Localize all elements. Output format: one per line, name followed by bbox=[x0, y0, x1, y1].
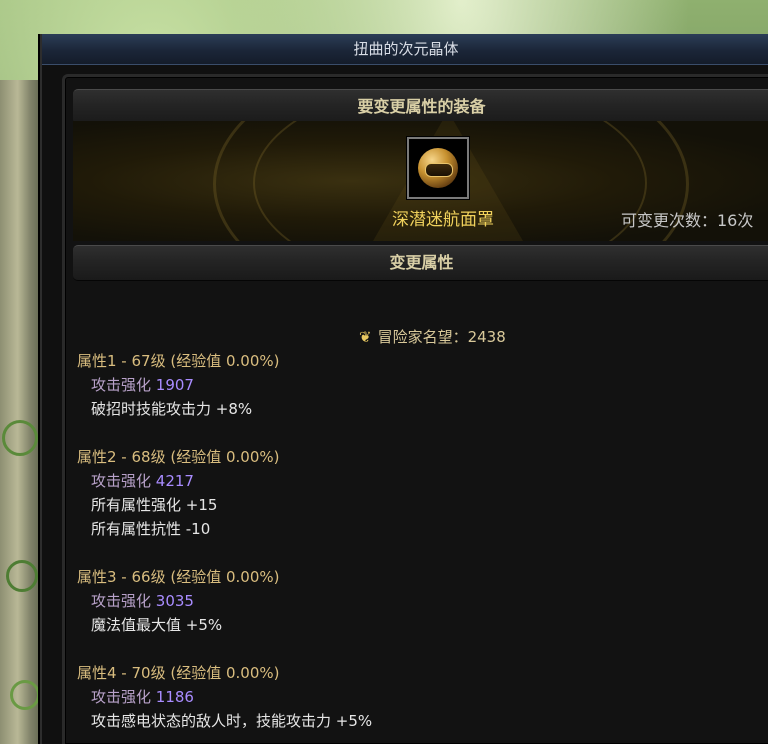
stat-value: 1186 bbox=[155, 688, 194, 706]
vine-decoration bbox=[6, 560, 38, 592]
attribute-stat-line: 攻击强化 1186 bbox=[77, 685, 372, 709]
attribute-title: 属性2 - 68级 (经验值 0.00%) bbox=[77, 448, 280, 466]
stat-value: 4217 bbox=[155, 472, 194, 490]
window-title[interactable]: 扭曲的次元晶体 bbox=[42, 34, 768, 65]
window-body: 要变更属性的装备 深潜迷航面罩 可变更次数：16次 变更属性 ❦ 冒险家名望：24… bbox=[62, 74, 768, 744]
attribute-stat-line: 攻击强化 4217 bbox=[77, 469, 279, 493]
attribute-group: 属性3 - 66级 (经验值 0.00%) 攻击强化 3035 魔法值最大值 +… bbox=[77, 565, 279, 637]
stat-label: 攻击强化 bbox=[91, 592, 152, 610]
helmet-icon[interactable] bbox=[407, 137, 469, 199]
vine-decoration bbox=[2, 420, 38, 456]
dimension-crystal-window: 扭曲的次元晶体 要变更属性的装备 深潜迷航面罩 可变更次数：16次 变更属性 ❦… bbox=[40, 34, 768, 744]
attribute-group: 属性4 - 70级 (经验值 0.00%) 攻击强化 1186 攻击感电状态的敌… bbox=[77, 661, 372, 733]
equip-item-name: 深潜迷航面罩 bbox=[392, 210, 494, 230]
attribute-title: 属性1 - 67级 (经验值 0.00%) bbox=[77, 352, 280, 370]
laurel-icon: ❦ bbox=[359, 328, 372, 346]
attribute-effect: 魔法值最大值 +5% bbox=[91, 616, 223, 634]
change-section-header: 变更属性 bbox=[73, 245, 768, 281]
attribute-stat-line: 攻击强化 3035 bbox=[77, 589, 279, 613]
attribute-title: 属性4 - 70级 (经验值 0.00%) bbox=[77, 664, 280, 682]
stat-value: 1907 bbox=[155, 376, 194, 394]
change-count-label: 可变更次数：16次 bbox=[621, 211, 754, 230]
reputation-label: 冒险家名望：2438 bbox=[377, 328, 506, 346]
vine-decoration bbox=[10, 680, 40, 710]
attribute-title: 属性3 - 66级 (经验值 0.00%) bbox=[77, 568, 280, 586]
attribute-effect: 破招时技能攻击力 +8% bbox=[91, 400, 253, 418]
stat-label: 攻击强化 bbox=[91, 688, 152, 706]
attribute-list: ❦ 冒险家名望：2438 属性1 - 67级 (经验值 0.00%) 攻击强化 1… bbox=[77, 325, 768, 744]
equip-display-area: 深潜迷航面罩 可变更次数：16次 bbox=[73, 121, 768, 241]
stat-label: 攻击强化 bbox=[91, 376, 152, 394]
attribute-group: 属性1 - 67级 (经验值 0.00%) 攻击强化 1907 破招时技能攻击力… bbox=[77, 349, 279, 421]
attribute-effect: 所有属性抗性 -10 bbox=[91, 520, 211, 538]
reputation-line: ❦ 冒险家名望：2438 bbox=[359, 325, 506, 349]
stat-value: 3035 bbox=[155, 592, 194, 610]
attribute-effect: 攻击感电状态的敌人时，技能攻击力 +5% bbox=[91, 712, 373, 730]
stat-label: 攻击强化 bbox=[91, 472, 152, 490]
attribute-effect: 所有属性强化 +15 bbox=[91, 496, 218, 514]
equip-section-header: 要变更属性的装备 bbox=[73, 89, 768, 125]
attribute-group: 属性2 - 68级 (经验值 0.00%) 攻击强化 4217 所有属性强化 +… bbox=[77, 445, 279, 541]
tree-trunk bbox=[0, 80, 44, 744]
attribute-stat-line: 攻击强化 1907 bbox=[77, 373, 279, 397]
helmet-icon-visor bbox=[425, 163, 453, 177]
